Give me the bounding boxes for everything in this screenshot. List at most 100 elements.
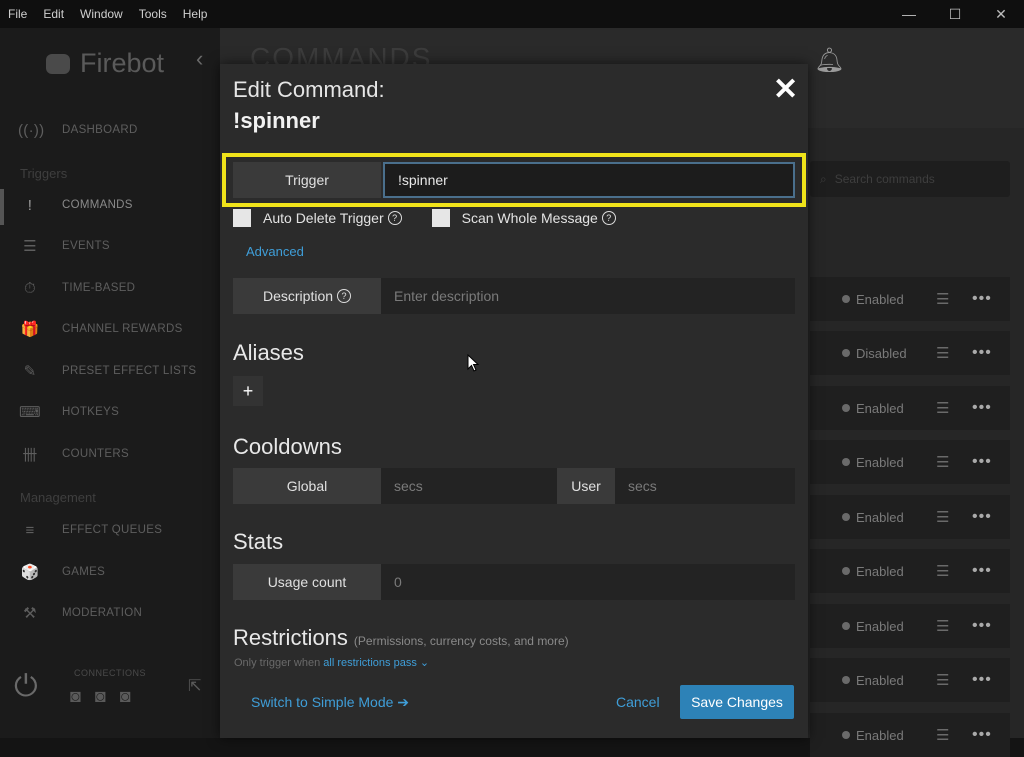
- command-row[interactable]: Disabled ☰ •••: [810, 331, 1010, 375]
- status-dot: [842, 458, 850, 466]
- minimize-icon[interactable]: —: [886, 0, 932, 28]
- reorder-icon[interactable]: ☰: [936, 617, 972, 635]
- reorder-icon[interactable]: ☰: [936, 562, 972, 580]
- sidebar-item-label: DASHBOARD: [62, 124, 138, 136]
- menu-help[interactable]: Help: [175, 7, 216, 21]
- reorder-icon[interactable]: ☰: [936, 726, 972, 744]
- help-icon[interactable]: ?: [601, 211, 616, 225]
- description-row: Description ? Enter description: [233, 278, 795, 314]
- cooldown-row: Global secs User secs: [233, 468, 795, 504]
- reorder-icon[interactable]: ☰: [936, 671, 972, 689]
- command-row[interactable]: Enabled ☰ •••: [810, 658, 1010, 702]
- save-button[interactable]: Save Changes: [680, 685, 794, 719]
- sidebar-item-preset-effect-lists[interactable]: ✎ PRESET EFFECT LISTS: [18, 359, 218, 383]
- external-link-icon[interactable]: ⇱: [188, 676, 201, 696]
- overlay-connection-icon[interactable]: ◙: [95, 686, 106, 707]
- more-options-icon[interactable]: •••: [972, 399, 992, 417]
- sidebar-item-label: TIME-BASED: [62, 282, 136, 294]
- auto-delete-checkbox[interactable]: [233, 209, 251, 227]
- search-commands-input[interactable]: ⌕ Search commands: [810, 161, 1010, 197]
- search-placeholder: Search commands: [834, 172, 935, 186]
- brand: Firebot: [46, 48, 164, 79]
- usage-row: Usage count 0: [233, 564, 795, 600]
- more-options-icon[interactable]: •••: [972, 453, 992, 471]
- collapse-sidebar-icon[interactable]: ‹: [196, 46, 203, 72]
- add-alias-button[interactable]: +: [233, 376, 263, 406]
- chevron-down-icon[interactable]: ⌄: [420, 657, 429, 669]
- help-icon[interactable]: ?: [387, 211, 402, 225]
- command-row[interactable]: Enabled ☰ •••: [810, 495, 1010, 539]
- menu-tools[interactable]: Tools: [131, 7, 175, 21]
- usage-count-label: Usage count: [233, 564, 381, 600]
- sidebar: Firebot ‹ ((·)) DASHBOARD Triggers ! COM…: [0, 28, 220, 738]
- sidebar-item-games[interactable]: 🎲 GAMES: [18, 560, 218, 584]
- command-row[interactable]: Enabled ☰ •••: [810, 713, 1010, 757]
- command-row[interactable]: Enabled ☰ •••: [810, 386, 1010, 430]
- menu-edit[interactable]: Edit: [35, 7, 72, 21]
- trigger-options: Auto Delete Trigger ? Scan Whole Message…: [233, 209, 616, 227]
- menu-window[interactable]: Window: [72, 7, 131, 21]
- sidebar-item-hotkeys[interactable]: ⌨ HOTKEYS: [18, 400, 218, 424]
- description-input[interactable]: Enter description: [381, 278, 795, 314]
- usage-count-input[interactable]: 0: [381, 564, 795, 600]
- sidebar-item-commands[interactable]: ! COMMANDS: [18, 193, 218, 217]
- close-window-icon[interactable]: ✕: [978, 0, 1024, 28]
- status-badge: Enabled: [856, 727, 904, 743]
- only-trigger-text: Only trigger when: [234, 657, 321, 669]
- exclamation-icon: !: [27, 196, 33, 214]
- chat-connection-icon[interactable]: ◙: [70, 686, 81, 707]
- reorder-icon[interactable]: ☰: [936, 453, 972, 471]
- status-badge: Enabled: [856, 618, 904, 634]
- user-cooldown-input[interactable]: secs: [615, 468, 795, 504]
- simple-mode-link[interactable]: Switch to Simple Mode ➔: [251, 694, 409, 711]
- mouse-cursor-icon: [467, 354, 480, 372]
- brand-name: Firebot: [80, 48, 165, 78]
- more-options-icon[interactable]: •••: [972, 726, 992, 744]
- sidebar-item-channel-rewards[interactable]: 🎁 CHANNEL REWARDS: [18, 317, 218, 341]
- command-row[interactable]: Enabled ☰ •••: [810, 604, 1010, 648]
- more-options-icon[interactable]: •••: [972, 344, 992, 362]
- integration-connection-icon[interactable]: ◙: [120, 686, 131, 707]
- command-row[interactable]: Enabled ☰ •••: [810, 440, 1010, 484]
- scan-whole-checkbox[interactable]: [431, 209, 450, 227]
- sidebar-item-label: COUNTERS: [62, 448, 129, 460]
- magic-wand-icon: ✎: [23, 363, 37, 380]
- global-cooldown-input[interactable]: secs: [381, 468, 557, 504]
- command-row[interactable]: Enabled ☰ •••: [810, 277, 1010, 321]
- cancel-button[interactable]: Cancel: [616, 694, 660, 710]
- reorder-icon[interactable]: ☰: [936, 344, 972, 362]
- queue-icon: ≡: [25, 521, 35, 539]
- description-label: Description ?: [233, 278, 381, 314]
- power-icon[interactable]: ⏻: [14, 670, 38, 704]
- menu-bar: File Edit Window Tools Help — ☐ ✕: [0, 0, 1024, 28]
- sidebar-item-label: CHANNEL REWARDS: [62, 323, 183, 335]
- help-icon[interactable]: ?: [337, 289, 352, 303]
- advanced-link[interactable]: Advanced: [246, 244, 304, 259]
- sidebar-item-events[interactable]: ☰ EVENTS: [18, 234, 218, 258]
- bell-icon[interactable]: 🔔︎: [814, 46, 844, 75]
- more-options-icon[interactable]: •••: [972, 290, 992, 308]
- command-row[interactable]: Enabled ☰ •••: [810, 549, 1010, 593]
- more-options-icon[interactable]: •••: [972, 617, 992, 635]
- close-icon[interactable]: ✕: [773, 72, 798, 107]
- maximize-icon[interactable]: ☐: [932, 0, 978, 28]
- more-options-icon[interactable]: •••: [972, 508, 992, 526]
- sidebar-item-time-based[interactable]: ⏱ TIME-BASED: [18, 276, 218, 300]
- reorder-icon[interactable]: ☰: [936, 399, 972, 417]
- sidebar-item-effect-queues[interactable]: ≡ EFFECT QUEUES: [18, 518, 218, 542]
- reorder-icon[interactable]: ☰: [936, 290, 972, 308]
- restriction-mode-dropdown[interactable]: all restrictions pass: [323, 657, 417, 669]
- reorder-icon[interactable]: ☰: [936, 508, 972, 526]
- sidebar-item-moderation[interactable]: ⚒ MODERATION: [18, 601, 218, 625]
- sidebar-item-counters[interactable]: 卌 COUNTERS: [18, 442, 218, 466]
- sidebar-item-dashboard[interactable]: ((·)) DASHBOARD: [18, 118, 218, 142]
- more-options-icon[interactable]: •••: [972, 562, 992, 580]
- scan-whole-label: Scan Whole Message: [461, 210, 598, 226]
- keyboard-icon: ⌨: [19, 404, 41, 421]
- auto-delete-label: Auto Delete Trigger: [263, 210, 384, 226]
- dice-icon: 🎲: [20, 564, 40, 581]
- menu-file[interactable]: File: [0, 7, 35, 21]
- gavel-icon: ⚒: [23, 605, 37, 622]
- more-options-icon[interactable]: •••: [972, 671, 992, 689]
- stopwatch-icon: ⏱: [23, 279, 36, 297]
